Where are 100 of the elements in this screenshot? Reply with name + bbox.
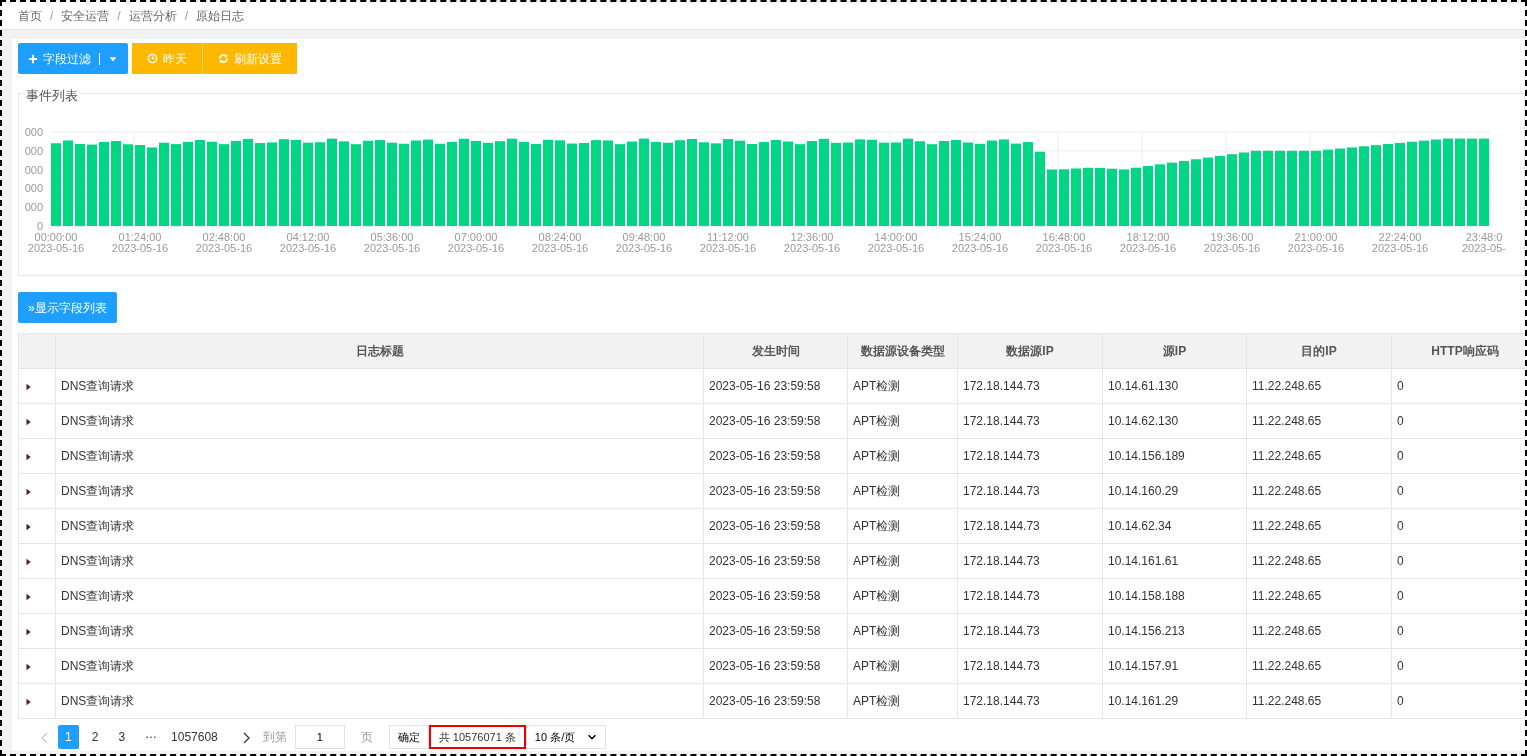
confirm-button[interactable]: 确定 — [388, 725, 429, 749]
breadcrumb-link[interactable]: 安全运营 — [61, 6, 110, 25]
table-cell: 172.18.144.73 — [957, 543, 1103, 579]
table-cell: 10.14.156.189 — [1102, 438, 1247, 474]
page-button[interactable]: 1057608 — [164, 725, 225, 749]
table-cell: 11.22.248.65 — [1246, 508, 1392, 544]
bar — [1203, 157, 1213, 226]
table-cell: 2023-05-16 23:59:58 — [703, 508, 848, 544]
bar — [1059, 169, 1069, 226]
bar — [1083, 167, 1093, 226]
total-count: 共 10576071 条 — [428, 725, 526, 749]
bar — [1155, 164, 1165, 226]
column-header[interactable]: 源IP — [1102, 333, 1247, 369]
x-axis-label: 02:48:00 2023-05-16 — [195, 231, 253, 254]
x-axis-label: 16:48:00 2023-05-16 — [1035, 231, 1093, 254]
table-cell: DNS查询请求 — [55, 508, 704, 544]
bar — [1047, 169, 1057, 226]
table-cell: APT检测 — [847, 508, 958, 544]
table-cell: 2023-05-16 23:59:58 — [703, 613, 848, 649]
table-cell: 2023-05-16 23:59:58 — [703, 683, 848, 719]
table-cell: 2023-05-16 23:59:58 — [703, 543, 848, 579]
table-cell: DNS查询请求 — [55, 543, 704, 579]
breadcrumb-link[interactable]: 首页 — [18, 6, 42, 25]
pagination-ellipsis: … — [144, 726, 159, 743]
bar — [1107, 168, 1117, 226]
bar — [1095, 167, 1105, 226]
table-cell: 2023-05-16 23:59:58 — [703, 438, 848, 474]
column-header[interactable]: 目的IP — [1246, 333, 1392, 369]
table-cell: 172.18.144.73 — [957, 508, 1103, 544]
bar — [1119, 169, 1129, 226]
table-cell: APT检测 — [847, 613, 958, 649]
table-cell: 11.22.248.65 — [1246, 683, 1392, 719]
table-cell: DNS查询请求 — [55, 683, 704, 719]
table-cell: 11.22.248.65 — [1246, 613, 1392, 649]
table-cell: DNS查询请求 — [55, 648, 704, 684]
table-cell: APT检测 — [847, 648, 958, 684]
clock-icon — [147, 53, 158, 64]
x-axis-label: 08:24:00 2023-05-16 — [531, 231, 589, 254]
breadcrumb-separator: / — [50, 7, 54, 25]
bar — [1191, 159, 1201, 226]
table-cell: 2023-05-16 23:59:58 — [703, 368, 848, 404]
table-cell: 10.14.62.130 — [1102, 403, 1247, 439]
table-cell: 172.18.144.73 — [957, 613, 1103, 649]
page-input[interactable]: 1 — [294, 725, 345, 749]
breadcrumb-separator: / — [117, 7, 121, 25]
column-header[interactable]: 数据源设备类型 — [847, 333, 958, 369]
x-axis-label: 15:24:00 2023-05-16 — [951, 231, 1009, 254]
table-cell: 172.18.144.73 — [957, 473, 1103, 509]
table-cell: 10.14.156.213 — [1102, 613, 1247, 649]
breadcrumb-current: 原始日志 — [196, 7, 245, 25]
y-axis-label: 000 — [24, 163, 43, 176]
breadcrumb-link[interactable]: 运营分析 — [128, 6, 177, 25]
table-cell: 11.22.248.65 — [1246, 578, 1392, 614]
y-axis-label: 000 — [24, 144, 43, 157]
page-button[interactable]: 2 — [84, 725, 106, 749]
table-cell: 2023-05-16 23:59:58 — [703, 473, 848, 509]
table-cell: DNS查询请求 — [55, 613, 704, 649]
page-button[interactable]: 3 — [111, 725, 133, 749]
table-cell: APT检测 — [847, 403, 958, 439]
table-cell: 2023-05-16 23:59:58 — [703, 578, 848, 614]
x-axis-label: 19:36:00 2023-05-16 — [1203, 231, 1261, 254]
x-axis-label: 12:36:00 2023-05-16 — [783, 231, 841, 254]
table-cell: 10.14.61.130 — [1102, 368, 1247, 404]
x-axis-label: 14:00:00 2023-05-16 — [867, 231, 925, 254]
x-axis-label: 01:24:00 2023-05-16 — [111, 231, 169, 254]
table-cell: 11.22.248.65 — [1246, 473, 1392, 509]
y-axis-label: 000 — [24, 201, 43, 214]
table-cell: DNS查询请求 — [55, 578, 704, 614]
page-unit-label: 页 — [360, 729, 373, 746]
x-axis-label: 07:00:00 2023-05-16 — [447, 231, 505, 254]
table-cell: 172.18.144.73 — [957, 648, 1103, 684]
bar — [1227, 154, 1237, 226]
table-cell: 11.22.248.65 — [1246, 648, 1392, 684]
y-axis-label: 000 — [24, 126, 43, 138]
x-axis-label: 11:12:00 2023-05-16 — [699, 231, 757, 254]
column-header[interactable]: HTTP响应码 — [1391, 333, 1525, 369]
column-header[interactable]: 发生时间 — [703, 333, 848, 369]
bar — [1071, 168, 1081, 226]
table-cell: 172.18.144.73 — [957, 403, 1103, 439]
bar — [1215, 155, 1225, 226]
refresh-icon — [218, 53, 229, 64]
table-cell: 11.22.248.65 — [1246, 438, 1392, 474]
table-cell: 172.18.144.73 — [957, 683, 1103, 719]
table-cell: 2023-05-16 23:59:58 — [703, 403, 848, 439]
caret-down-icon — [587, 732, 598, 742]
table-cell: 10.14.161.61 — [1102, 543, 1247, 579]
y-axis-label: 0 — [36, 220, 43, 232]
page-size-select[interactable]: 10 条/页 — [525, 725, 607, 749]
x-axis-label: 23:48:0 2023-05- — [1462, 231, 1506, 254]
x-axis-label: 05:36:00 2023-05-16 — [363, 231, 421, 254]
table-cell: APT检测 — [847, 683, 958, 719]
x-axis-label: 09:48:00 2023-05-16 — [615, 231, 673, 254]
column-header[interactable]: 数据源IP — [957, 333, 1103, 369]
plus-icon — [28, 53, 38, 64]
table-cell: 172.18.144.73 — [957, 578, 1103, 614]
column-header[interactable]: 日志标题 — [55, 333, 704, 369]
table-cell: DNS查询请求 — [55, 403, 704, 439]
x-axis-label: 22:24:00 2023-05-16 — [1371, 231, 1429, 254]
table-cell: APT检测 — [847, 578, 958, 614]
table-cell: APT检测 — [847, 473, 958, 509]
